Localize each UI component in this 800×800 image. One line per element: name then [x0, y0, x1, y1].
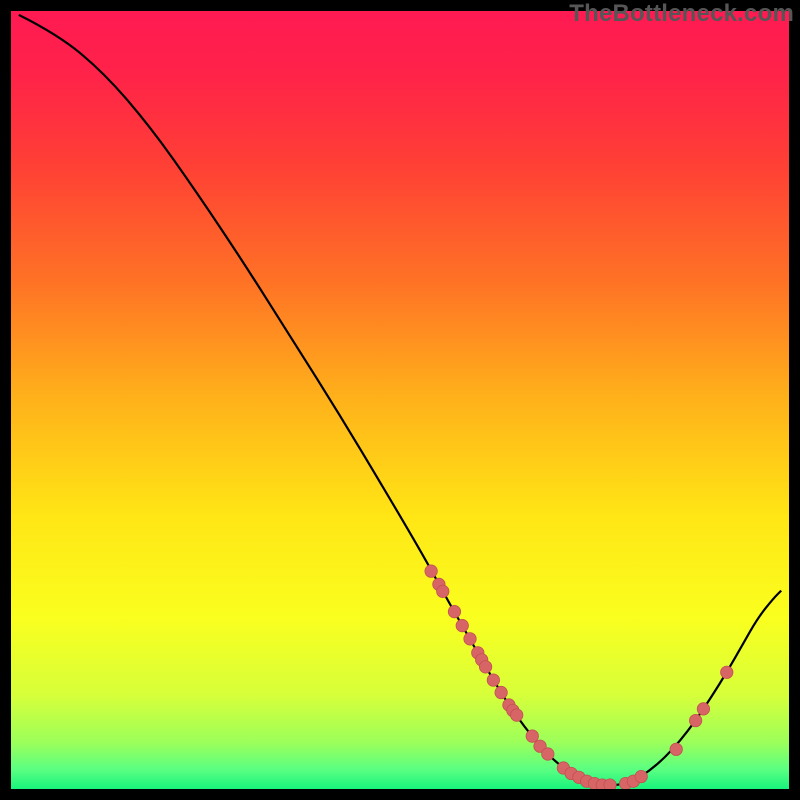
data-marker — [604, 779, 616, 789]
data-marker — [526, 730, 538, 742]
watermark-text: TheBottleneck.com — [569, 0, 794, 28]
data-marker — [542, 748, 554, 760]
data-marker — [689, 714, 701, 726]
data-marker — [456, 619, 468, 631]
data-marker — [495, 686, 507, 698]
bottleneck-chart — [11, 11, 789, 789]
data-marker — [511, 709, 523, 721]
data-marker — [670, 743, 682, 755]
data-marker — [437, 585, 449, 597]
data-marker — [479, 661, 491, 673]
data-marker — [448, 605, 460, 617]
gradient-background — [11, 11, 789, 789]
data-marker — [697, 703, 709, 715]
chart-frame — [11, 11, 789, 789]
data-marker — [487, 674, 499, 686]
data-marker — [721, 666, 733, 678]
data-marker — [425, 565, 437, 577]
data-marker — [464, 633, 476, 645]
data-marker — [635, 770, 647, 782]
